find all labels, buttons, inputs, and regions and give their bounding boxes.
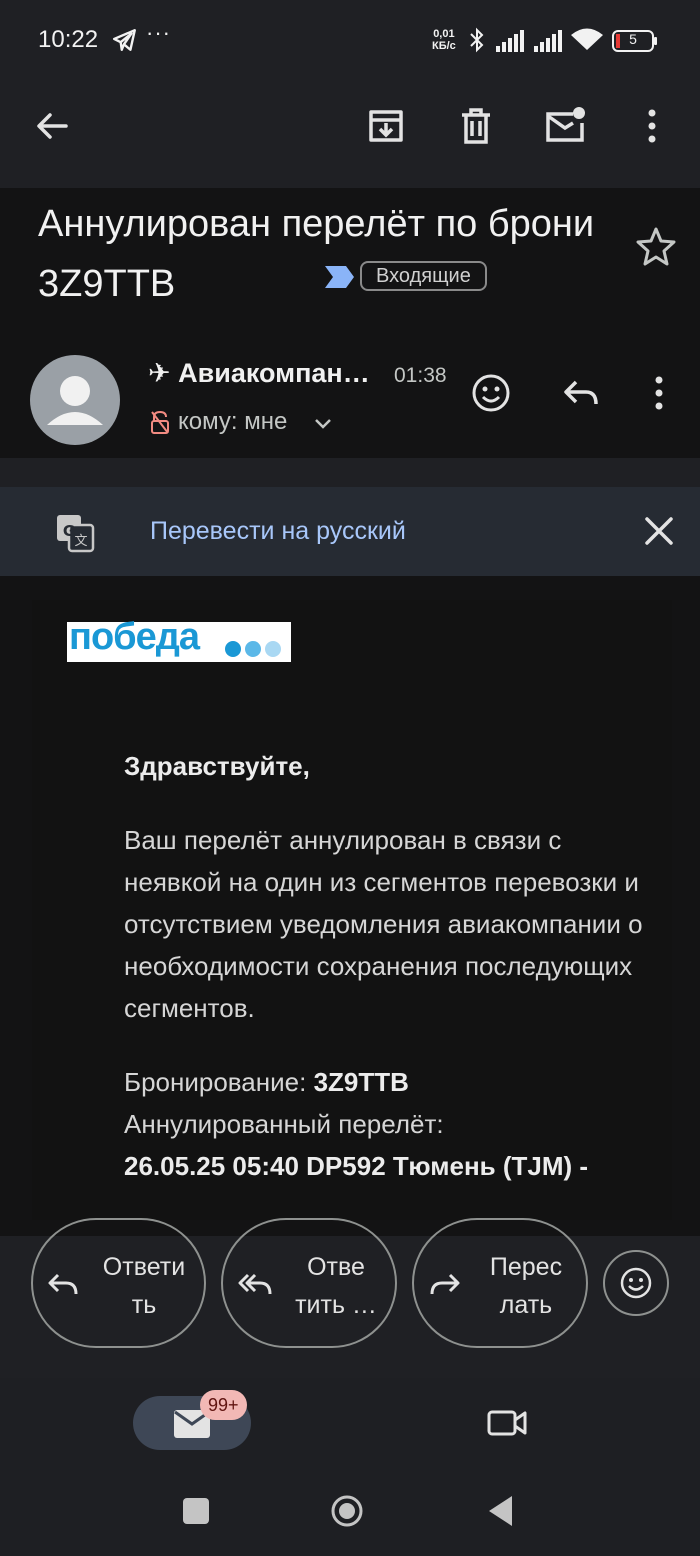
cancelled-label: Аннулированный перелёт: [124,1109,444,1139]
system-back-button[interactable] [486,1494,514,1528]
more-notifications-icon: ··· [146,20,171,45]
sender-name[interactable]: ✈ Авиакомпан… [148,358,370,389]
more-vert-icon[interactable] [632,106,672,146]
message-time: 01:38 [394,364,447,387]
reply-label: Ответи ть [102,1253,186,1319]
star-icon[interactable] [634,224,678,268]
recipient-line[interactable]: кому: мне [178,408,287,436]
unread-badge: 99+ [200,1390,247,1420]
delete-icon[interactable] [456,106,496,146]
forward-icon [430,1273,460,1295]
emoji-icon [620,1267,652,1299]
signal-icon [534,30,562,52]
google-translate-icon: G文 [57,515,95,553]
bottom-navigation [0,1378,700,1556]
more-vert-icon[interactable] [640,372,678,414]
video-camera-icon[interactable] [486,1406,528,1440]
email-text: Здравствуйте, Ваш перелёт аннулирован в … [124,745,654,1187]
translate-button[interactable]: Перевести на русский [150,517,406,546]
email-subject: Аннулирован перелёт по брони 3Z9TTB [38,203,595,305]
label-chip-inbox[interactable]: Входящие [360,261,487,291]
reply-all-icon [238,1273,272,1295]
emoji-reaction-button[interactable] [603,1250,669,1316]
chevron-down-icon[interactable] [312,412,334,434]
close-icon[interactable] [642,514,676,548]
reply-icon[interactable] [560,372,602,414]
network-speed: 0,01 КБ/с [432,28,456,52]
emoji-reaction-icon[interactable] [470,372,512,414]
home-button[interactable] [330,1494,364,1528]
reply-icon [48,1273,78,1295]
notice-paragraph: Ваш перелёт аннулирован в связи с неявко… [124,825,643,1023]
person-icon [47,376,103,425]
svg-text:文: 文 [74,534,87,549]
telegram-icon [112,29,136,51]
signal-icon [496,30,524,52]
forward-label: Перес лать [489,1253,563,1319]
sender-avatar[interactable] [30,355,120,445]
unencrypted-lock-icon[interactable] [150,410,170,434]
wifi-icon [571,28,603,50]
mark-unread-icon[interactable] [545,106,585,146]
greeting: Здравствуйте, [124,751,310,781]
back-icon[interactable] [32,106,72,146]
booking-code: 3Z9TTB [313,1067,409,1097]
flight-details: 26.05.25 05:40 DP592 Тюмень (TJM) - [124,1151,589,1181]
important-marker-icon[interactable] [322,262,356,292]
reply-all-label: Отве тить … [295,1253,377,1319]
battery-level: 5 [629,31,637,47]
booking-line: Бронирование: 3Z9TTB [124,1061,654,1103]
booking-label: Бронирование: [124,1067,314,1097]
bluetooth-icon [470,27,484,53]
svg-text:G: G [63,522,75,540]
logo-text: победа [69,616,200,658]
status-time: 10:22 [38,26,99,53]
archive-icon[interactable] [366,106,406,146]
recents-button[interactable] [183,1498,209,1524]
